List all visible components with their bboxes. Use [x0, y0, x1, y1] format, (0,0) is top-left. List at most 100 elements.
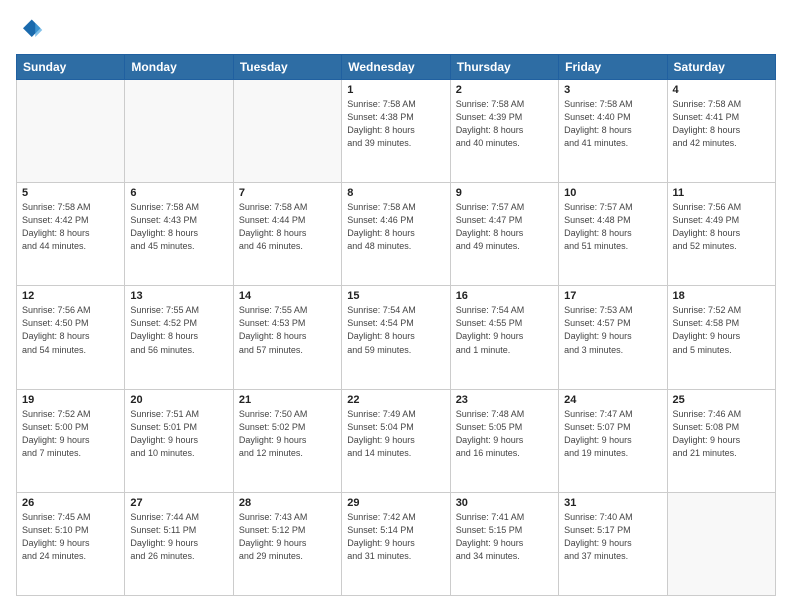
day-number: 15: [347, 290, 444, 302]
logo-icon: [16, 16, 44, 44]
day-info: Sunrise: 7:40 AM Sunset: 5:17 PM Dayligh…: [564, 511, 661, 563]
day-number: 7: [239, 187, 336, 199]
day-number: 23: [456, 394, 553, 406]
day-info: Sunrise: 7:54 AM Sunset: 4:54 PM Dayligh…: [347, 304, 444, 356]
day-cell-24: 24Sunrise: 7:47 AM Sunset: 5:07 PM Dayli…: [559, 389, 667, 492]
day-cell-7: 7Sunrise: 7:58 AM Sunset: 4:44 PM Daylig…: [233, 183, 341, 286]
day-number: 8: [347, 187, 444, 199]
day-number: 22: [347, 394, 444, 406]
day-cell-14: 14Sunrise: 7:55 AM Sunset: 4:53 PM Dayli…: [233, 286, 341, 389]
day-cell-17: 17 Sunrise: 7:53 AM Sunset: 4:57 PM Dayli…: [559, 286, 667, 389]
day-info: Sunrise: 7:46 AM Sunset: 5:08 PM Dayligh…: [673, 408, 770, 460]
col-header-saturday: Saturday: [667, 55, 775, 80]
week-row-4: 19 Sunrise: 7:52 AM Sunset: 5:00 PM Dayli…: [17, 389, 776, 492]
day-number: 20: [130, 394, 227, 406]
day-number: 27: [130, 497, 227, 509]
calendar-header-row: SundayMondayTuesdayWednesdayThursdayFrid…: [17, 55, 776, 80]
day-number: 17: [564, 290, 661, 302]
day-cell-29: 29 Sunrise: 7:42 AM Sunset: 5:14 PM Dayli…: [342, 492, 450, 595]
empty-cell: [667, 492, 775, 595]
day-info: Sunrise: 7:58 AM Sunset: 4:43 PM Dayligh…: [130, 201, 227, 253]
day-info: Sunrise: 7:57 AM Sunset: 4:47 PM Dayligh…: [456, 201, 553, 253]
day-info: Sunrise: 7:53 AM Sunset: 4:57 PM Dayligh…: [564, 304, 661, 356]
day-number: 12: [22, 290, 119, 302]
day-number: 21: [239, 394, 336, 406]
day-cell-25: 25 Sunrise: 7:46 AM Sunset: 5:08 PM Dayli…: [667, 389, 775, 492]
day-number: 5: [22, 187, 119, 199]
day-number: 3: [564, 84, 661, 96]
day-info: Sunrise: 7:56 AM Sunset: 4:49 PM Dayligh…: [673, 201, 770, 253]
day-number: 18: [673, 290, 770, 302]
col-header-tuesday: Tuesday: [233, 55, 341, 80]
day-number: 13: [130, 290, 227, 302]
col-header-thursday: Thursday: [450, 55, 558, 80]
week-row-3: 12 Sunrise: 7:56 AM Sunset: 4:50 PM Dayli…: [17, 286, 776, 389]
day-info: Sunrise: 7:43 AM Sunset: 5:12 PM Dayligh…: [239, 511, 336, 563]
day-cell-28: 28 Sunrise: 7:43 AM Sunset: 5:12 PM Dayli…: [233, 492, 341, 595]
col-header-friday: Friday: [559, 55, 667, 80]
day-cell-31: 31 Sunrise: 7:40 AM Sunset: 5:17 PM Dayli…: [559, 492, 667, 595]
day-info: Sunrise: 7:55 AM Sunset: 4:52 PM Dayligh…: [130, 304, 227, 356]
day-cell-23: 23 Sunrise: 7:48 AM Sunset: 5:05 PM Dayli…: [450, 389, 558, 492]
header: [16, 16, 776, 44]
day-cell-1: 1 Sunrise: 7:58 AM Sunset: 4:38 PM Daylig…: [342, 80, 450, 183]
day-info: Sunrise: 7:52 AM Sunset: 5:00 PM Dayligh…: [22, 408, 119, 460]
col-header-monday: Monday: [125, 55, 233, 80]
day-info: Sunrise: 7:58 AM Sunset: 4:46 PM Dayligh…: [347, 201, 444, 253]
day-cell-20: 20 Sunrise: 7:51 AM Sunset: 5:01 PM Dayli…: [125, 389, 233, 492]
day-info: Sunrise: 7:49 AM Sunset: 5:04 PM Dayligh…: [347, 408, 444, 460]
logo: [16, 16, 48, 44]
day-info: Sunrise: 7:50 AM Sunset: 5:02 PM Dayligh…: [239, 408, 336, 460]
day-number: 19: [22, 394, 119, 406]
day-number: 1: [347, 84, 444, 96]
day-info: Sunrise: 7:58 AM Sunset: 4:38 PM Dayligh…: [347, 98, 444, 150]
day-cell-15: 15 Sunrise: 7:54 AM Sunset: 4:54 PM Dayli…: [342, 286, 450, 389]
col-header-sunday: Sunday: [17, 55, 125, 80]
day-cell-8: 8 Sunrise: 7:58 AM Sunset: 4:46 PM Daylig…: [342, 183, 450, 286]
day-number: 25: [673, 394, 770, 406]
day-number: 16: [456, 290, 553, 302]
day-cell-10: 10 Sunrise: 7:57 AM Sunset: 4:48 PM Dayli…: [559, 183, 667, 286]
day-info: Sunrise: 7:57 AM Sunset: 4:48 PM Dayligh…: [564, 201, 661, 253]
day-info: Sunrise: 7:58 AM Sunset: 4:41 PM Dayligh…: [673, 98, 770, 150]
day-number: 9: [456, 187, 553, 199]
day-cell-22: 22 Sunrise: 7:49 AM Sunset: 5:04 PM Dayli…: [342, 389, 450, 492]
day-info: Sunrise: 7:41 AM Sunset: 5:15 PM Dayligh…: [456, 511, 553, 563]
empty-cell: [233, 80, 341, 183]
day-info: Sunrise: 7:55 AM Sunset: 4:53 PM Dayligh…: [239, 304, 336, 356]
day-cell-12: 12 Sunrise: 7:56 AM Sunset: 4:50 PM Dayli…: [17, 286, 125, 389]
day-cell-2: 2 Sunrise: 7:58 AM Sunset: 4:39 PM Daylig…: [450, 80, 558, 183]
day-number: 29: [347, 497, 444, 509]
day-info: Sunrise: 7:47 AM Sunset: 5:07 PM Dayligh…: [564, 408, 661, 460]
day-cell-30: 30Sunrise: 7:41 AM Sunset: 5:15 PM Dayli…: [450, 492, 558, 595]
calendar-table: SundayMondayTuesdayWednesdayThursdayFrid…: [16, 54, 776, 596]
day-number: 2: [456, 84, 553, 96]
day-info: Sunrise: 7:56 AM Sunset: 4:50 PM Dayligh…: [22, 304, 119, 356]
day-info: Sunrise: 7:54 AM Sunset: 4:55 PM Dayligh…: [456, 304, 553, 356]
day-info: Sunrise: 7:42 AM Sunset: 5:14 PM Dayligh…: [347, 511, 444, 563]
day-number: 11: [673, 187, 770, 199]
day-info: Sunrise: 7:44 AM Sunset: 5:11 PM Dayligh…: [130, 511, 227, 563]
empty-cell: [17, 80, 125, 183]
day-number: 26: [22, 497, 119, 509]
week-row-5: 26 Sunrise: 7:45 AM Sunset: 5:10 PM Dayli…: [17, 492, 776, 595]
day-cell-11: 11 Sunrise: 7:56 AM Sunset: 4:49 PM Dayli…: [667, 183, 775, 286]
day-number: 10: [564, 187, 661, 199]
day-info: Sunrise: 7:58 AM Sunset: 4:39 PM Dayligh…: [456, 98, 553, 150]
day-number: 6: [130, 187, 227, 199]
day-number: 31: [564, 497, 661, 509]
empty-cell: [125, 80, 233, 183]
day-cell-9: 9 Sunrise: 7:57 AM Sunset: 4:47 PM Daylig…: [450, 183, 558, 286]
day-cell-13: 13 Sunrise: 7:55 AM Sunset: 4:52 PM Dayli…: [125, 286, 233, 389]
day-cell-27: 27 Sunrise: 7:44 AM Sunset: 5:11 PM Dayli…: [125, 492, 233, 595]
day-cell-4: 4Sunrise: 7:58 AM Sunset: 4:41 PM Daylig…: [667, 80, 775, 183]
day-cell-19: 19 Sunrise: 7:52 AM Sunset: 5:00 PM Dayli…: [17, 389, 125, 492]
day-cell-18: 18Sunrise: 7:52 AM Sunset: 4:58 PM Dayli…: [667, 286, 775, 389]
day-cell-6: 6 Sunrise: 7:58 AM Sunset: 4:43 PM Daylig…: [125, 183, 233, 286]
day-info: Sunrise: 7:45 AM Sunset: 5:10 PM Dayligh…: [22, 511, 119, 563]
day-cell-3: 3Sunrise: 7:58 AM Sunset: 4:40 PM Daylig…: [559, 80, 667, 183]
day-number: 28: [239, 497, 336, 509]
week-row-2: 5Sunrise: 7:58 AM Sunset: 4:42 PM Daylig…: [17, 183, 776, 286]
day-info: Sunrise: 7:51 AM Sunset: 5:01 PM Dayligh…: [130, 408, 227, 460]
day-info: Sunrise: 7:48 AM Sunset: 5:05 PM Dayligh…: [456, 408, 553, 460]
